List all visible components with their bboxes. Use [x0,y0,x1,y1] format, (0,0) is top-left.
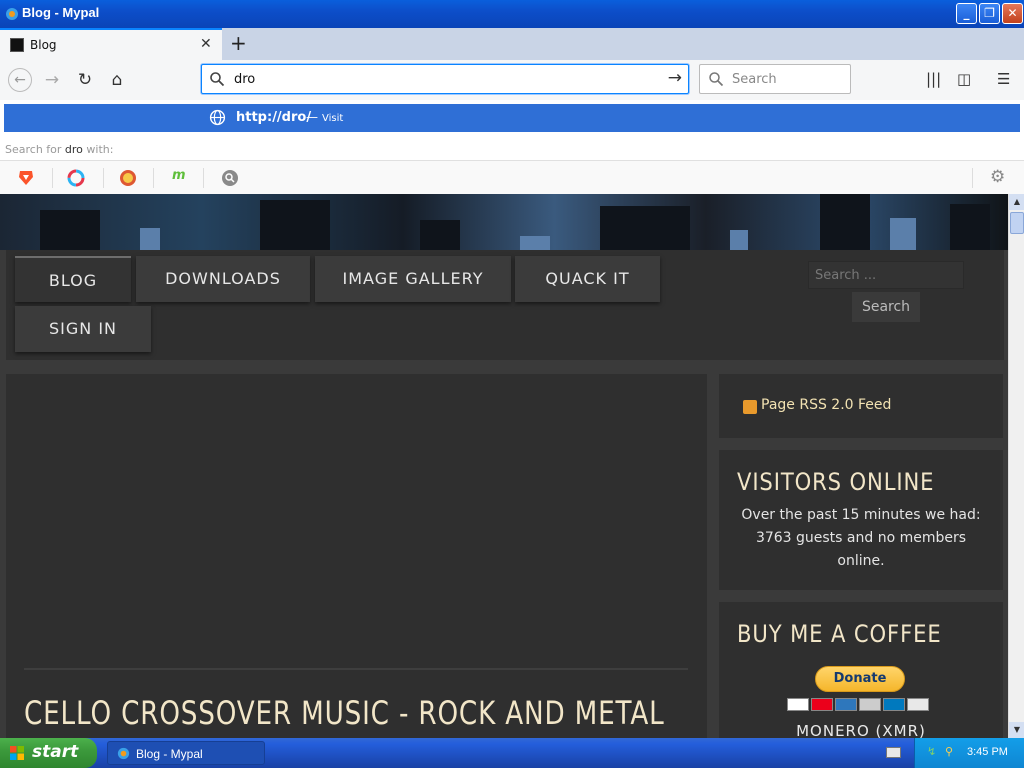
search-settings-gear-icon[interactable]: ⚙ [990,167,1005,187]
globe-icon [209,109,226,126]
windows-taskbar: start Blog - Mypal ↯ ⚲ 3:45 PM [0,738,1024,768]
search-bar[interactable] [699,64,851,94]
scroll-thumb[interactable] [1010,212,1024,234]
nav-downloads[interactable]: DOWNLOADS [136,256,310,302]
sidebar-icon[interactable]: ◫ [957,70,971,88]
tab-blog[interactable]: Blog ✕ [0,28,222,60]
donate-button[interactable]: Donate [815,666,905,692]
go-arrow-icon[interactable]: → [668,68,682,88]
windows-logo-icon [10,746,24,760]
scroll-up-arrow-icon[interactable]: ▲ [1009,194,1024,210]
reload-button[interactable]: ↻ [73,68,97,92]
visitors-text: Over the past 15 minutes we had: 3763 gu… [741,507,981,569]
scroll-down-arrow-icon[interactable]: ▼ [1009,722,1024,738]
nav-quack-it[interactable]: QUACK IT [515,256,660,302]
search-icon [210,72,225,87]
close-window-button[interactable]: ✕ [1002,3,1023,24]
payment-cards-icon [787,696,937,712]
menu-icon[interactable]: ☰ [997,70,1010,88]
tab-close-icon[interactable]: ✕ [200,36,212,52]
new-tab-button[interactable]: + [230,31,247,55]
visitors-widget: VISITORS ONLINE Over the past 15 minutes… [719,450,1003,590]
duckduckgo-search-icon[interactable] [119,169,137,187]
library-icon[interactable]: ||| [926,70,941,88]
mypal-app-icon [6,8,18,20]
search-tray-icon[interactable]: ⚲ [945,745,953,758]
taskbar-item-label: Blog - Mypal [136,747,203,761]
address-bar[interactable]: → [201,64,689,94]
suggestion-separator: — [306,110,318,124]
article-title[interactable]: CELLO CROSSOVER MUSIC - ROCK AND METAL [24,694,665,732]
taskbar-clock[interactable]: 3:45 PM [967,746,1008,758]
suggestion-url: http://dro/ [236,110,312,125]
search-icon [709,72,724,87]
search-input[interactable] [730,70,840,88]
nav-sign-in[interactable]: SIGN IN [15,306,151,352]
site-favicon-icon [10,38,24,52]
start-label: start [32,742,79,762]
system-tray: ↯ ⚲ 3:45 PM [914,738,1024,768]
home-button[interactable]: ⌂ [105,68,129,92]
suggestion-action: Visit [322,113,344,124]
rss-feed-link[interactable]: Page RSS 2.0 Feed [761,397,891,413]
nav-image-gallery[interactable]: IMAGE GALLERY [315,256,511,302]
minimize-button[interactable]: _ [956,3,977,24]
site-search-button[interactable]: Search [852,292,920,322]
autocomplete-popup: http://dro/ — Visit Search for dro with:… [0,100,1024,194]
back-button[interactable]: ← [8,68,32,92]
coffee-widget: BUY ME A COFFEE Donate MONERO (XMR) [719,602,1003,738]
brave-search-icon[interactable] [17,169,35,187]
site-search-input[interactable] [808,261,964,289]
monero-label: MONERO (XMR) [796,722,926,738]
qwant-search-icon[interactable] [67,169,85,187]
network-tray-icon[interactable]: ↯ [927,745,936,758]
keyboard-layout-icon[interactable] [886,747,901,758]
search-with-label: Search for dro with: [5,143,114,156]
taskbar-item-blog-mypal[interactable]: Blog - Mypal [107,741,265,765]
tab-strip: Blog ✕ + [0,28,1024,60]
rss-widget: Page RSS 2.0 Feed [719,374,1003,438]
start-button[interactable]: start [0,738,97,768]
site-banner-image [0,194,1008,250]
restore-button[interactable]: ❐ [979,3,1000,24]
nav-blog[interactable]: BLOG [15,256,131,302]
window-title: Blog - Mypal [22,5,100,20]
window-titlebar: Blog - Mypal _ ❐ ✕ [0,0,1024,28]
main-content: CELLO CROSSOVER MUSIC - ROCK AND METAL [6,374,707,738]
rss-icon [743,400,757,414]
page-scrollbar[interactable]: ▲ ▼ [1008,194,1024,738]
mypal-app-icon [117,747,130,760]
visitors-title: VISITORS ONLINE [737,468,935,496]
search-engine-bar: m ⚙ [0,160,1024,194]
address-input[interactable] [232,69,652,89]
mojeek-search-icon[interactable]: m [172,168,190,186]
coffee-title: BUY ME A COFFEE [737,620,942,648]
generic-search-icon[interactable] [221,169,239,187]
web-page: BLOG DOWNLOADS IMAGE GALLERY QUACK IT SI… [0,194,1008,738]
content-divider [24,668,688,670]
tab-title: Blog [30,38,57,52]
autocomplete-suggestion[interactable]: http://dro/ — Visit [4,104,1020,132]
forward-button[interactable]: → [40,68,64,92]
